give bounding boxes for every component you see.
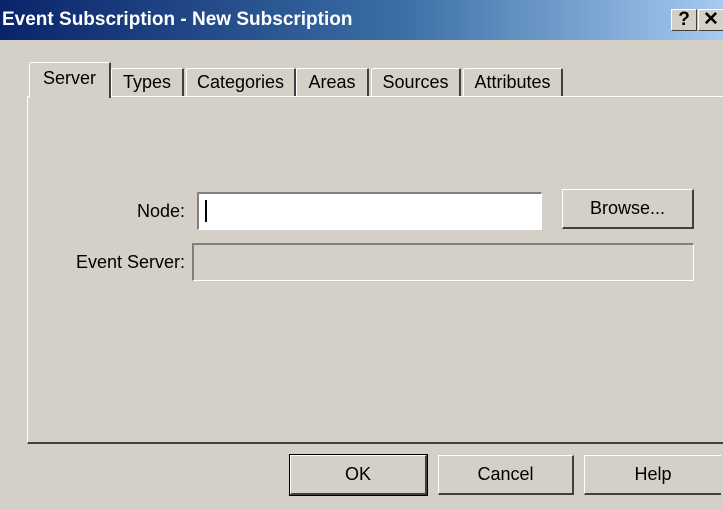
- event-server-input: [194, 245, 693, 280]
- cancel-button[interactable]: Cancel: [438, 455, 574, 495]
- tab-strip: Server Types Categories Areas Sources At…: [0, 0, 723, 100]
- tab-types[interactable]: Types: [111, 68, 184, 96]
- node-label: Node:: [136, 201, 185, 221]
- tab-categories[interactable]: Categories: [186, 68, 296, 96]
- event-server-field: [192, 243, 694, 281]
- tab-attributes[interactable]: Attributes: [463, 68, 563, 96]
- ok-button[interactable]: OK: [289, 454, 428, 496]
- node-field[interactable]: [197, 192, 542, 230]
- node-input[interactable]: [199, 194, 541, 229]
- tab-areas[interactable]: Areas: [296, 68, 369, 96]
- text-caret: [205, 200, 207, 222]
- tab-server[interactable]: Server: [29, 62, 111, 98]
- help-button[interactable]: Help: [584, 455, 721, 495]
- event-server-label: Event Server:: [75, 252, 185, 272]
- browse-button[interactable]: Browse...: [562, 189, 694, 229]
- tab-sources[interactable]: Sources: [371, 68, 461, 96]
